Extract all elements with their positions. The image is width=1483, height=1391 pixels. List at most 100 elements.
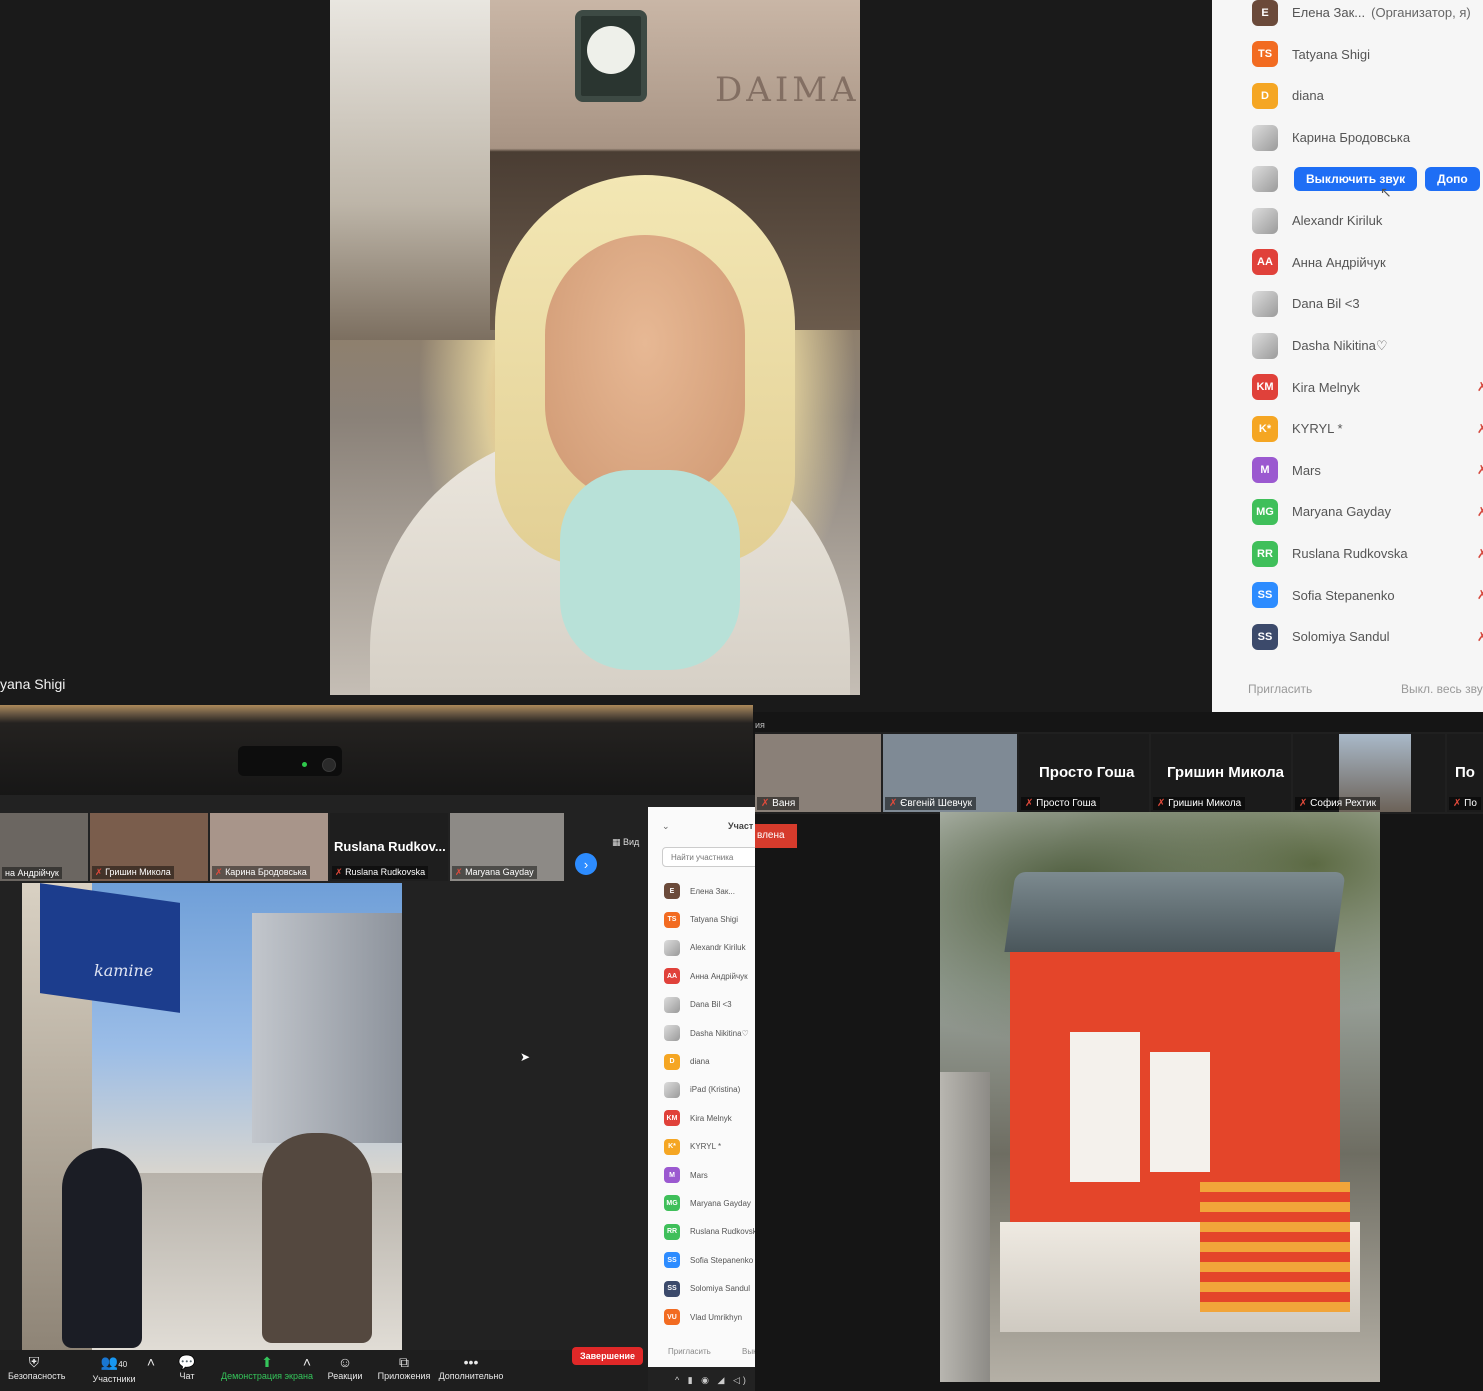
- chat-button[interactable]: 💬 Чат: [172, 1353, 202, 1381]
- participant-row[interactable]: iPad (Kristina): [664, 1076, 755, 1104]
- participant-name: Анна Андрійчук: [690, 971, 748, 981]
- participant-row[interactable]: Ddiana: [1252, 75, 1480, 117]
- participant-row[interactable]: RR Ruslana Rudkovska ✗: [1252, 533, 1483, 575]
- video-person-face: [545, 235, 745, 505]
- avatar: AA: [664, 968, 680, 985]
- participant-name: Анна Андрійчук: [1292, 254, 1386, 270]
- video-street-clock: [575, 10, 647, 102]
- thumbnail-participant[interactable]: ✗ София Рехтик: [1293, 734, 1445, 812]
- thumbnail-participant[interactable]: ✗ Карина Бродовська: [210, 813, 328, 881]
- participant-row[interactable]: Alexandr Kiriluk: [1252, 200, 1480, 242]
- participant-name: Карина Бродовська: [1292, 130, 1411, 146]
- participant-row[interactable]: AA Анна Андрійчук: [664, 962, 755, 990]
- thumbnail-label: ✗ Карина Бродовська: [212, 866, 310, 879]
- mute-all-button[interactable]: Вык: [742, 1347, 755, 1356]
- participant-row[interactable]: Dasha Nikitina♡: [1252, 325, 1480, 367]
- participant-row[interactable]: RR Ruslana Rudkovsk: [664, 1218, 755, 1246]
- participant-row[interactable]: KM Kira Melnyk ✗: [1252, 366, 1483, 408]
- video-shop-awning: [40, 883, 180, 1013]
- thumbnail-participant[interactable]: ✗ Ваня: [755, 734, 881, 812]
- thumbnail-participant[interactable]: на Андрійчук: [0, 813, 88, 881]
- apps-button[interactable]: ⧉ Приложения: [376, 1353, 432, 1381]
- thumbnail-participant[interactable]: ✗ Гришин Микола: [90, 813, 208, 881]
- view-button[interactable]: ▦ Вид: [612, 837, 639, 848]
- top-monitor-screen: DAIMARU yana Shigi E Елена Зак... (Организ…: [0, 0, 1483, 712]
- participants-footer: Пригласить Выкл. весь звук: [1248, 682, 1483, 696]
- active-speaker-video[interactable]: kamine: [22, 883, 402, 1353]
- mouse-cursor-icon: ↖: [1380, 184, 1392, 201]
- participant-row[interactable]: K* KYRYL * ✗: [1252, 408, 1483, 450]
- participant-row[interactable]: TS Tatyana Shigi: [1252, 34, 1480, 76]
- participant-row[interactable]: MG Maryana Gayday: [664, 1189, 755, 1217]
- avatar: D: [1252, 82, 1278, 109]
- thumbnail-participant[interactable]: Гришин Микола ✗ Гришин Микола: [1151, 734, 1291, 812]
- more-options-button[interactable]: Допо: [1425, 167, 1480, 192]
- participant-row[interactable]: E Елена Зак... (Организатор, я): [1252, 0, 1480, 34]
- participant-name: Mars: [1292, 462, 1321, 478]
- mic-off-icon: ✗: [1476, 628, 1483, 644]
- participant-row[interactable]: M Mars: [664, 1161, 755, 1189]
- avatar: [664, 1025, 680, 1042]
- system-tray-icons: ^ ▮ ◉ ◢ ◁): [675, 1375, 749, 1385]
- participant-search-input[interactable]: [662, 847, 755, 867]
- more-icon: •••: [463, 1354, 479, 1370]
- thumbnail-participant[interactable]: Просто Гоша ✗ Просто Гоша: [1019, 734, 1149, 812]
- participants-button[interactable]: 👥40 Участники: [88, 1353, 140, 1384]
- video-office-tower: [252, 913, 402, 1143]
- participant-row[interactable]: Dana Bil <3: [664, 991, 755, 1019]
- participant-name: Dasha Nikitina♡: [1292, 337, 1388, 353]
- next-page-button[interactable]: ›: [575, 853, 597, 875]
- grid-icon: ▦: [612, 837, 621, 847]
- participant-row[interactable]: Dasha Nikitina♡: [664, 1019, 755, 1047]
- avatar: RR: [1252, 540, 1278, 567]
- participant-row[interactable]: Выключить звук Допо ↖: [1252, 158, 1480, 200]
- participant-row[interactable]: VU Vlad Umrikhyn: [664, 1303, 755, 1331]
- active-speaker-video[interactable]: DAIMARU: [330, 0, 860, 695]
- participant-name: KYRYL *: [1292, 421, 1343, 437]
- participant-row[interactable]: Dana Bil <3: [1252, 283, 1480, 325]
- thumbnail-participant[interactable]: Ruslana Rudkov... ✗ Ruslana Rudkovska: [330, 813, 448, 881]
- participant-row[interactable]: SS Sofia Stepanenko: [664, 1246, 755, 1274]
- participant-row[interactable]: SS Solomiya Sandul ✗: [1252, 616, 1483, 658]
- participant-row[interactable]: Alexandr Kiriluk: [664, 934, 755, 962]
- mute-participant-button[interactable]: Выключить звук: [1294, 167, 1418, 192]
- avatar: MG: [1252, 498, 1278, 525]
- share-options-button[interactable]: ˄: [302, 1353, 312, 1371]
- participant-row[interactable]: K* KYRYL *: [664, 1133, 755, 1161]
- active-speaker-video[interactable]: [940, 812, 1380, 1382]
- participant-row[interactable]: TS Tatyana Shigi: [664, 905, 755, 933]
- mute-all-button[interactable]: Выкл. весь звук: [1401, 682, 1483, 696]
- participant-row[interactable]: SS Sofia Stepanenko ✗: [1252, 574, 1483, 616]
- participant-row[interactable]: MG Maryana Gayday ✗: [1252, 491, 1483, 533]
- thumbnail-participant[interactable]: ✗ Євгеній Шевчук: [883, 734, 1017, 812]
- chevron-down-icon[interactable]: ⌄: [662, 821, 670, 832]
- reactions-button[interactable]: ☺ Реакции: [324, 1353, 366, 1381]
- end-meeting-button[interactable]: Завершение: [572, 1347, 644, 1365]
- participant-row[interactable]: E Елена Зак...: [664, 877, 755, 905]
- mic-off-icon: ✗: [1157, 798, 1166, 809]
- invite-button[interactable]: Пригласить: [1248, 682, 1312, 696]
- mic-off-icon: ✗: [1476, 587, 1483, 603]
- mic-off-icon: ✗: [95, 867, 103, 877]
- participants-options-button[interactable]: ˄: [146, 1353, 156, 1371]
- video-stone-pillar: [940, 1072, 990, 1382]
- avatar: SS: [664, 1280, 680, 1297]
- video-trees: [330, 0, 500, 340]
- thumbnail-participant[interactable]: ✗ Maryana Gayday: [450, 813, 564, 881]
- participant-name: Kira Melnyk: [690, 1113, 732, 1123]
- participant-row[interactable]: Карина Бродовська: [1252, 117, 1480, 159]
- participant-row[interactable]: AA Анна Андрійчук: [1252, 242, 1480, 284]
- video-shrine-panel: [1150, 1052, 1210, 1172]
- active-speaker-name: yana Shigi: [0, 676, 66, 692]
- participant-row[interactable]: M Mars ✗: [1252, 450, 1483, 492]
- participant-row[interactable]: Ddiana: [664, 1047, 755, 1075]
- more-button[interactable]: ••• Дополнительно: [438, 1353, 504, 1381]
- avatar: M: [1252, 457, 1278, 484]
- participant-row[interactable]: KM Kira Melnyk: [664, 1104, 755, 1132]
- participant-role: (Организатор, я): [1371, 5, 1471, 21]
- thumbnail-participant[interactable]: По ✗ По: [1447, 734, 1483, 812]
- avatar: [664, 996, 680, 1013]
- participant-row[interactable]: SS Solomiya Sandul: [664, 1274, 755, 1302]
- security-button[interactable]: ⛨ Безопасность: [8, 1353, 65, 1381]
- invite-button[interactable]: Пригласить: [668, 1347, 711, 1356]
